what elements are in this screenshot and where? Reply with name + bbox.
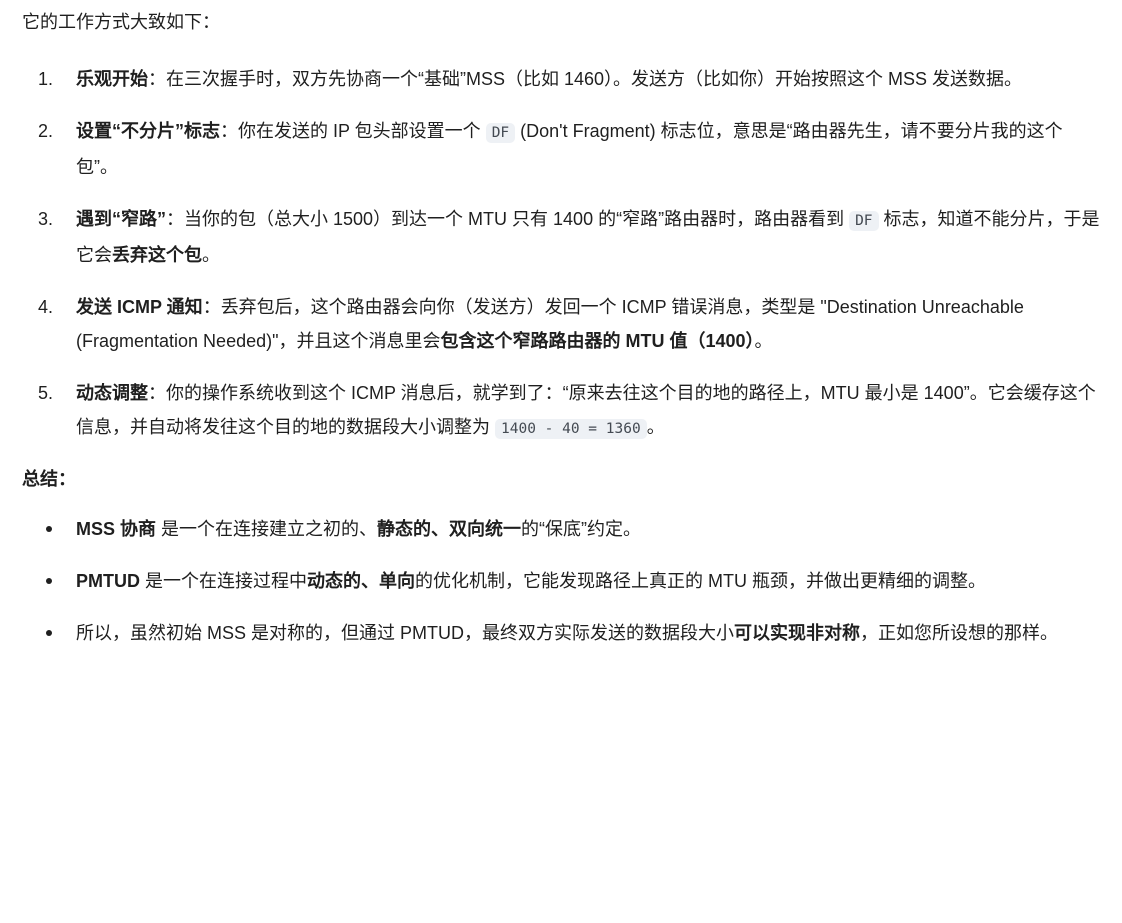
step-title: 遇到“窄路” (76, 209, 166, 229)
summary-list: MSS 协商 是一个在连接建立之初的、静态的、双向统一的“保底”约定。 PMTU… (22, 512, 1100, 650)
summary-emphasis: PMTUD (76, 571, 140, 591)
bullet-icon (46, 630, 52, 636)
step-number: 3. (38, 209, 54, 229)
steps-list: 1. 乐观开始：在三次握手时，双方先协商一个“基础”MSS（比如 1460）。发… (22, 62, 1100, 446)
step-text: 当你的包（总大小 1500）到达一个 MTU 只有 1400 的“窄路”路由器时… (184, 209, 850, 229)
summary-heading: 总结： (22, 469, 76, 489)
inline-code: DF (849, 211, 879, 231)
summary-emphasis: 静态的、双向统一 (377, 519, 522, 539)
step-text: 。 (754, 331, 773, 351)
summary-text: 的“保底”约定。 (521, 519, 642, 539)
summary-item-1: MSS 协商 是一个在连接建立之初的、静态的、双向统一的“保底”约定。 (22, 512, 1100, 546)
step-number: 5. (38, 383, 54, 403)
step-item-3: 3. 遇到“窄路”：当你的包（总大小 1500）到达一个 MTU 只有 1400… (22, 202, 1100, 272)
summary-text: 是一个在连接建立之初的、 (156, 519, 378, 539)
step-colon: ： (166, 209, 184, 229)
step-number: 2. (38, 121, 54, 141)
step-title: 设置“不分片”标志 (76, 121, 220, 141)
inline-code: 1400 - 40 = 1360 (495, 419, 647, 439)
summary-item-3: 所以，虽然初始 MSS 是对称的，但通过 PMTUD，最终双方实际发送的数据段大… (22, 616, 1100, 650)
inline-code: DF (485, 123, 516, 143)
step-item-1: 1. 乐观开始：在三次握手时，双方先协商一个“基础”MSS（比如 1460）。发… (22, 62, 1100, 96)
step-colon: ： (148, 383, 166, 403)
step-text: 。 (202, 245, 220, 265)
summary-emphasis: 可以实现非对称 (734, 623, 860, 643)
summary-emphasis: 动态的、单向 (307, 571, 416, 591)
step-emphasis: 丢弃这个包 (112, 245, 202, 265)
bullet-icon (46, 526, 52, 532)
step-number: 1. (38, 69, 54, 89)
summary-text: ，正如您所设想的那样。 (860, 623, 1058, 643)
step-colon: ： (202, 297, 221, 317)
step-title: 乐观开始 (76, 69, 148, 89)
step-colon: ： (220, 121, 238, 141)
step-emphasis: 包含这个窄路路由器的 MTU 值（1400） (440, 331, 755, 351)
step-title: 发送 ICMP 通知 (76, 297, 203, 317)
step-colon: ： (148, 69, 166, 89)
intro-text: 它的工作方式大致如下： (22, 12, 220, 32)
step-text: 在三次握手时，双方先协商一个“基础”MSS（比如 1460）。发送方（比如你）开… (166, 69, 1023, 89)
summary-text: 所以，虽然初始 MSS 是对称的，但通过 PMTUD，最终双方实际发送的数据段大… (76, 623, 734, 643)
document-page: 它的工作方式大致如下： 1. 乐观开始：在三次握手时，双方先协商一个“基础”MS… (0, 0, 1122, 923)
summary-emphasis: MSS 协商 (76, 519, 157, 539)
summary-text: 是一个在连接过程中 (140, 571, 308, 591)
step-text: 。 (646, 417, 665, 437)
step-title: 动态调整 (76, 383, 148, 403)
summary-text: 的优化机制，它能发现路径上真正的 MTU 瓶颈，并做出更精细的调整。 (415, 571, 987, 591)
step-item-4: 4. 发送 ICMP 通知：丢弃包后，这个路由器会向你（发送方）发回一个 ICM… (22, 290, 1100, 358)
step-item-2: 2. 设置“不分片”标志：你在发送的 IP 包头部设置一个 DF (Don't … (22, 114, 1100, 184)
bullet-icon (46, 578, 52, 584)
summary-item-2: PMTUD 是一个在连接过程中动态的、单向的优化机制，它能发现路径上真正的 MT… (22, 564, 1100, 598)
step-text: 你在发送的 IP 包头部设置一个 (238, 121, 486, 141)
step-number: 4. (38, 297, 54, 317)
step-item-5: 5. 动态调整：你的操作系统收到这个 ICMP 消息后，就学到了：“原来去往这个… (22, 376, 1100, 446)
